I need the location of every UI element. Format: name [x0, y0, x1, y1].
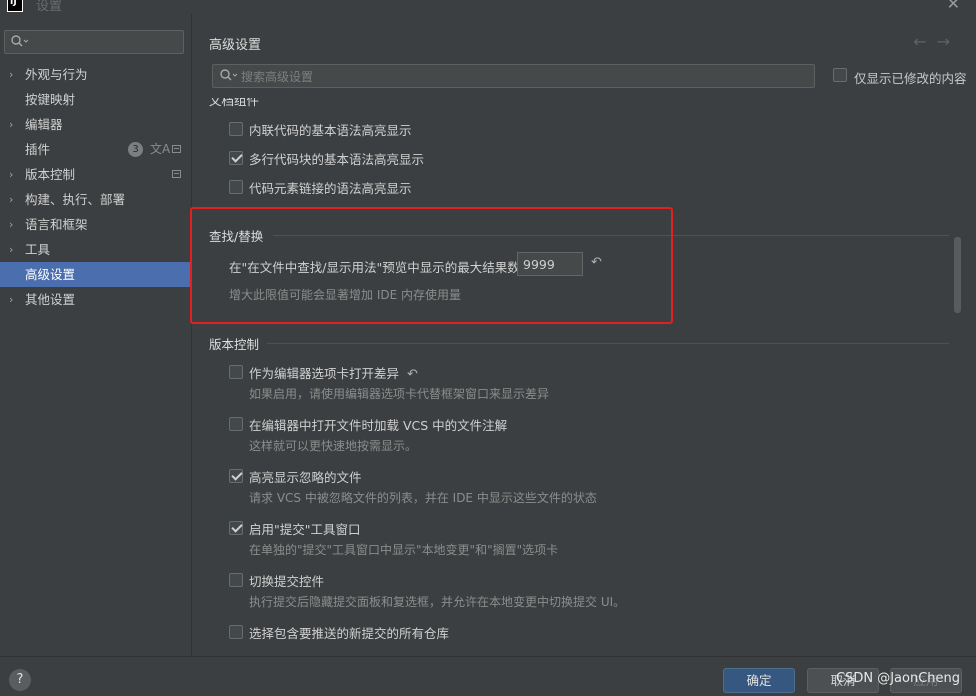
checkbox[interactable]: [229, 151, 243, 165]
back-arrow-icon[interactable]: ←: [913, 32, 936, 51]
checkbox[interactable]: [229, 521, 243, 535]
main-panel: 高级设置 ←→ 仅显示已修改的内容 文档组件 内联代码的基本语法高亮显示 多行代…: [193, 14, 976, 656]
sidebar-item-label: 构建、执行、部署: [25, 192, 126, 207]
section-title-doc: 文档组件: [209, 98, 260, 108]
advanced-settings-search[interactable]: [212, 64, 815, 88]
project-level-icon: [172, 170, 181, 178]
chevron-right-icon: ›: [9, 218, 14, 231]
option-label: 作为编辑器选项卡打开差异 ↶: [249, 363, 418, 382]
modified-only-checkbox[interactable]: [833, 68, 847, 82]
watermark: CSDN @JaonCheng: [836, 671, 960, 686]
forward-arrow-icon[interactable]: →: [937, 32, 960, 51]
sidebar-item-keymap[interactable]: 按键映射: [0, 87, 191, 112]
section-divider: [267, 343, 949, 344]
sidebar-item-languages[interactable]: › 语言和框架: [0, 212, 191, 237]
chevron-right-icon: ›: [9, 118, 14, 131]
settings-nav: › 外观与行为 按键映射 › 编辑器 插件 3 文A › 版本控制 › 构建、执…: [0, 62, 191, 312]
checkbox[interactable]: [229, 180, 243, 194]
history-nav: ←→: [913, 32, 960, 51]
window-title: 设置: [36, 0, 63, 14]
sidebar-item-label: 编辑器: [25, 117, 63, 132]
checkbox[interactable]: [229, 417, 243, 431]
chevron-right-icon: ›: [9, 193, 14, 206]
chevron-right-icon: ›: [9, 168, 14, 181]
option-description: 如果启用，请使用编辑器选项卡代替框架窗口来显示差异: [249, 387, 550, 401]
sidebar-item-label: 语言和框架: [25, 217, 88, 232]
sidebar-item-editor[interactable]: › 编辑器: [0, 112, 191, 137]
option-label: 启用"提交"工具窗口: [249, 522, 361, 537]
settings-list: 文档组件 内联代码的基本语法高亮显示 多行代码块的基本语法高亮显示 代码元素链接…: [193, 98, 953, 656]
annotation-highlight-box: [190, 207, 673, 324]
chevron-right-icon: ›: [9, 243, 14, 256]
checkbox[interactable]: [229, 122, 243, 136]
sidebar-item-label: 插件: [25, 142, 51, 157]
scrollbar-thumb[interactable]: [954, 237, 961, 313]
sidebar-item-label: 版本控制: [25, 167, 76, 182]
option-description: 请求 VCS 中被忽略文件的列表，并在 IDE 中显示这些文件的状态: [249, 491, 597, 505]
dialog-footer: ? 确定 取消 应用 CSDN @JaonCheng: [0, 656, 976, 696]
ok-button[interactable]: 确定: [723, 668, 795, 693]
search-icon: [220, 69, 238, 81]
option-label-text: 作为编辑器选项卡打开差异: [249, 366, 400, 381]
option-label: 代码元素链接的语法高亮显示: [249, 181, 412, 196]
help-button[interactable]: ?: [9, 669, 31, 691]
search-input[interactable]: [241, 68, 801, 85]
reset-icon[interactable]: ↶: [407, 367, 418, 382]
option-description: 这样就可以更快速地按需显示。: [249, 439, 418, 453]
title-bar: IJ 设置 ✕: [0, 0, 976, 14]
sidebar-item-tools[interactable]: › 工具: [0, 237, 191, 262]
checkbox[interactable]: [229, 365, 243, 379]
sidebar-search-input[interactable]: [4, 30, 184, 54]
sidebar-item-vcs[interactable]: › 版本控制: [0, 162, 191, 187]
option-label: 高亮显示忽略的文件: [249, 470, 362, 485]
option-label: 切换提交控件: [249, 574, 325, 589]
close-icon[interactable]: ✕: [947, 0, 960, 13]
sidebar-item-label: 外观与行为: [25, 67, 88, 82]
option-description: 在单独的"提交"工具窗口中显示"本地变更"和"搁置"选项卡: [249, 543, 559, 557]
sidebar-item-label: 高级设置: [25, 267, 76, 282]
chevron-right-icon: ›: [9, 68, 14, 81]
option-label: 多行代码块的基本语法高亮显示: [249, 152, 425, 167]
sidebar-item-advanced[interactable]: 高级设置: [0, 262, 191, 287]
chevron-right-icon: ›: [9, 293, 14, 306]
option-label: 在编辑器中打开文件时加载 VCS 中的文件注解: [249, 418, 508, 433]
checkbox[interactable]: [229, 625, 243, 639]
sidebar-item-other[interactable]: › 其他设置: [0, 287, 191, 312]
option-label: 选择包含要推送的新提交的所有仓库: [249, 626, 450, 641]
sidebar-item-label: 其他设置: [25, 292, 76, 307]
intellij-logo-icon: IJ: [7, 0, 23, 12]
sidebar-item-plugins[interactable]: 插件 3 文A: [0, 137, 191, 162]
modified-only-label: 仅显示已修改的内容: [854, 71, 967, 86]
translate-icon: 文A: [150, 142, 171, 156]
project-level-icon: [172, 145, 181, 153]
sidebar-item-label: 按键映射: [25, 92, 76, 107]
sidebar: › 外观与行为 按键映射 › 编辑器 插件 3 文A › 版本控制 › 构建、执…: [0, 14, 192, 656]
option-description: 执行提交后隐藏提交面板和复选框，并允许在本地变更中切换提交 UI。: [249, 595, 626, 609]
sidebar-item-build[interactable]: › 构建、执行、部署: [0, 187, 191, 212]
update-count-badge: 3: [128, 142, 143, 157]
page-title: 高级设置: [209, 38, 262, 53]
sidebar-item-appearance[interactable]: › 外观与行为: [0, 62, 191, 87]
checkbox[interactable]: [229, 469, 243, 483]
sidebar-item-label: 工具: [25, 242, 51, 257]
section-title-vcs: 版本控制: [209, 337, 260, 352]
checkbox[interactable]: [229, 573, 243, 587]
option-label: 内联代码的基本语法高亮显示: [249, 123, 412, 138]
search-icon: [11, 35, 29, 47]
